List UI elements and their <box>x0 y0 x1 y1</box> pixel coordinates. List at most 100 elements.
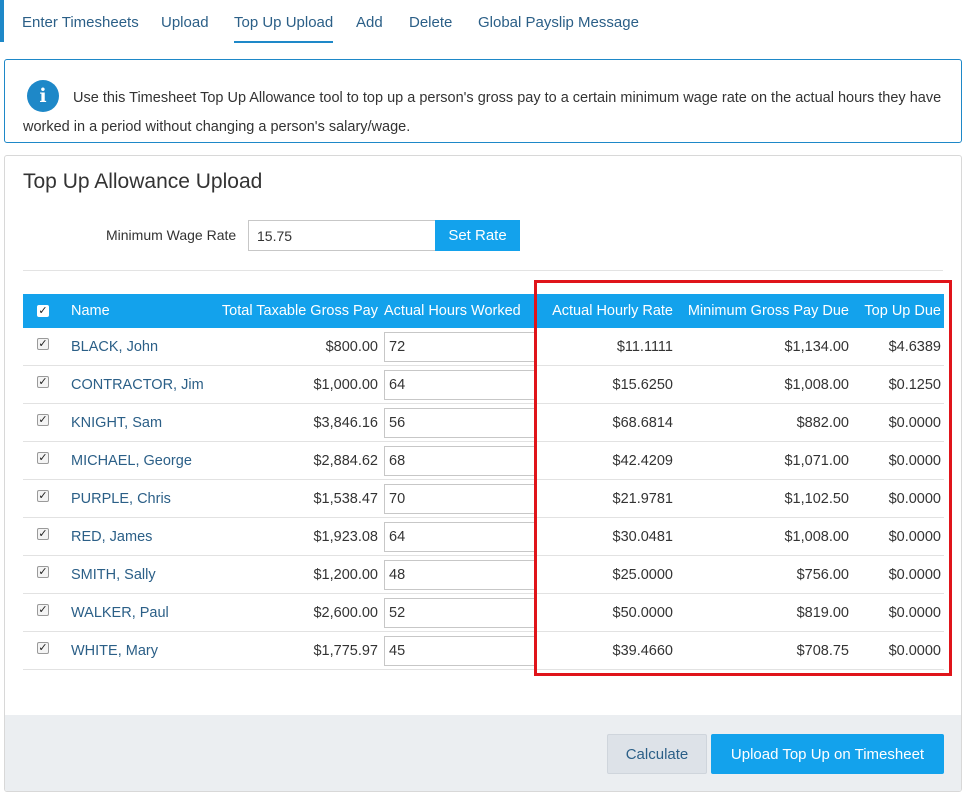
row-checkbox[interactable]: ✓ <box>37 604 49 617</box>
top-up-table: ✓ Name Total Taxable Gross Pay Actual Ho… <box>23 294 944 670</box>
table-row: ✓ MICHAEL, George $2,884.62 $42.4209 $1,… <box>23 442 944 480</box>
actual-hours-input[interactable] <box>384 598 536 628</box>
tab-add[interactable]: Add <box>356 14 383 31</box>
upload-top-up-button[interactable]: Upload Top Up on Timesheet <box>711 734 944 774</box>
actual-hours-input[interactable] <box>384 332 536 362</box>
row-checkbox[interactable]: ✓ <box>37 528 49 541</box>
header-name[interactable]: Name <box>71 294 110 328</box>
table-header: ✓ Name Total Taxable Gross Pay Actual Ho… <box>23 294 944 328</box>
hourly-rate-cell: $68.6814 <box>612 415 673 431</box>
gross-pay-cell: $1,000.00 <box>313 377 378 393</box>
employee-name-link[interactable]: PURPLE, Chris <box>71 491 171 507</box>
minimum-gross-pay-cell: $708.75 <box>796 643 849 659</box>
minimum-gross-pay-cell: $882.00 <box>796 415 849 431</box>
panel-title: Top Up Allowance Upload <box>23 170 263 193</box>
table-row: ✓ KNIGHT, Sam $3,846.16 $68.6814 $882.00… <box>23 404 944 442</box>
hourly-rate-cell: $21.9781 <box>612 491 673 507</box>
employee-name-link[interactable]: RED, James <box>71 529 152 545</box>
actual-hours-input[interactable] <box>384 408 536 438</box>
hourly-rate-cell: $25.0000 <box>612 567 673 583</box>
minimum-gross-pay-cell: $819.00 <box>796 605 849 621</box>
table-row: ✓ RED, James $1,923.08 $30.0481 $1,008.0… <box>23 518 944 556</box>
tab-enter-timesheets[interactable]: Enter Timesheets <box>22 14 139 31</box>
top-up-due-cell: $0.0000 <box>888 605 941 621</box>
hourly-rate-cell: $42.4209 <box>612 453 673 469</box>
top-up-due-cell: $0.0000 <box>888 453 941 469</box>
actual-hours-input[interactable] <box>384 484 536 514</box>
info-text: Use this Timesheet Top Up Allowance tool… <box>23 90 942 135</box>
gross-pay-cell: $2,884.62 <box>313 453 378 469</box>
table-row: ✓ PURPLE, Chris $1,538.47 $21.9781 $1,10… <box>23 480 944 518</box>
employee-name-link[interactable]: KNIGHT, Sam <box>71 415 162 431</box>
calculate-button[interactable]: Calculate <box>607 734 707 774</box>
hourly-rate-cell: $50.0000 <box>612 605 673 621</box>
row-checkbox[interactable]: ✓ <box>37 452 49 465</box>
row-checkbox[interactable]: ✓ <box>37 566 49 579</box>
top-up-due-cell: $0.1250 <box>888 377 941 393</box>
gross-pay-cell: $1,775.97 <box>313 643 378 659</box>
header-top-up-due[interactable]: Top Up Due <box>864 294 941 328</box>
header-gross-pay[interactable]: Total Taxable Gross Pay <box>222 294 378 328</box>
employee-name-link[interactable]: WHITE, Mary <box>71 643 158 659</box>
select-all-checkbox[interactable]: ✓ <box>37 305 49 318</box>
tab-top-up-upload[interactable]: Top Up Upload <box>234 14 334 43</box>
minimum-gross-pay-cell: $756.00 <box>796 567 849 583</box>
tab-upload[interactable]: Upload <box>161 14 209 31</box>
divider <box>23 270 943 271</box>
gross-pay-cell: $1,200.00 <box>313 567 378 583</box>
minimum-gross-pay-cell: $1,008.00 <box>784 529 849 545</box>
table-row: ✓ SMITH, Sally $1,200.00 $25.0000 $756.0… <box>23 556 944 594</box>
gross-pay-cell: $2,600.00 <box>313 605 378 621</box>
hourly-rate-cell: $15.6250 <box>612 377 673 393</box>
gross-pay-cell: $3,846.16 <box>313 415 378 431</box>
minimum-gross-pay-cell: $1,134.00 <box>784 339 849 355</box>
table-row: ✓ CONTRACTOR, Jim $1,000.00 $15.6250 $1,… <box>23 366 944 404</box>
table-row: ✓ WHITE, Mary $1,775.97 $39.4660 $708.75… <box>23 632 944 670</box>
top-up-due-cell: $4.6389 <box>888 339 941 355</box>
top-up-due-cell: $0.0000 <box>888 529 941 545</box>
minimum-wage-rate-label: Minimum Wage Rate <box>106 227 237 243</box>
minimum-gross-pay-cell: $1,008.00 <box>784 377 849 393</box>
header-hourly-rate[interactable]: Actual Hourly Rate <box>552 294 673 328</box>
gross-pay-cell: $1,538.47 <box>313 491 378 507</box>
gross-pay-cell: $1,923.08 <box>313 529 378 545</box>
header-hours-worked[interactable]: Actual Hours Worked <box>384 294 521 328</box>
employee-name-link[interactable]: BLACK, John <box>71 339 158 355</box>
top-up-due-cell: $0.0000 <box>888 643 941 659</box>
actual-hours-input[interactable] <box>384 370 536 400</box>
info-box: i Use this Timesheet Top Up Allowance to… <box>4 59 962 143</box>
row-checkbox[interactable]: ✓ <box>37 376 49 389</box>
actual-hours-input[interactable] <box>384 446 536 476</box>
panel-footer: Calculate Upload Top Up on Timesheet <box>5 715 961 791</box>
employee-name-link[interactable]: WALKER, Paul <box>71 605 169 621</box>
set-rate-button[interactable]: Set Rate <box>435 220 520 251</box>
actual-hours-input[interactable] <box>384 522 536 552</box>
minimum-gross-pay-cell: $1,102.50 <box>784 491 849 507</box>
row-checkbox[interactable]: ✓ <box>37 414 49 427</box>
minimum-wage-rate-input[interactable] <box>248 220 436 251</box>
table-row: ✓ BLACK, John $800.00 $11.1111 $1,134.00… <box>23 328 944 366</box>
row-checkbox[interactable]: ✓ <box>37 490 49 503</box>
header-minimum-gross-pay[interactable]: Minimum Gross Pay Due <box>688 294 849 328</box>
top-up-panel: Top Up Allowance Upload Minimum Wage Rat… <box>4 155 962 792</box>
tab-bar: Enter Timesheets Upload Top Up Upload Ad… <box>0 0 969 44</box>
row-checkbox[interactable]: ✓ <box>37 642 49 655</box>
actual-hours-input[interactable] <box>384 636 536 666</box>
top-up-due-cell: $0.0000 <box>888 415 941 431</box>
employee-name-link[interactable]: MICHAEL, George <box>71 453 192 469</box>
tab-bar-accent <box>0 0 4 42</box>
tab-delete[interactable]: Delete <box>409 14 452 31</box>
table-body: ✓ BLACK, John $800.00 $11.1111 $1,134.00… <box>23 328 944 670</box>
row-checkbox[interactable]: ✓ <box>37 338 49 351</box>
minimum-gross-pay-cell: $1,071.00 <box>784 453 849 469</box>
employee-name-link[interactable]: SMITH, Sally <box>71 567 156 583</box>
table-row: ✓ WALKER, Paul $2,600.00 $50.0000 $819.0… <box>23 594 944 632</box>
hourly-rate-cell: $11.1111 <box>616 339 673 355</box>
gross-pay-cell: $800.00 <box>325 339 378 355</box>
hourly-rate-cell: $30.0481 <box>612 529 673 545</box>
actual-hours-input[interactable] <box>384 560 536 590</box>
tab-global-payslip-message[interactable]: Global Payslip Message <box>478 14 639 31</box>
employee-name-link[interactable]: CONTRACTOR, Jim <box>71 377 204 393</box>
top-up-due-cell: $0.0000 <box>888 491 941 507</box>
top-up-due-cell: $0.0000 <box>888 567 941 583</box>
